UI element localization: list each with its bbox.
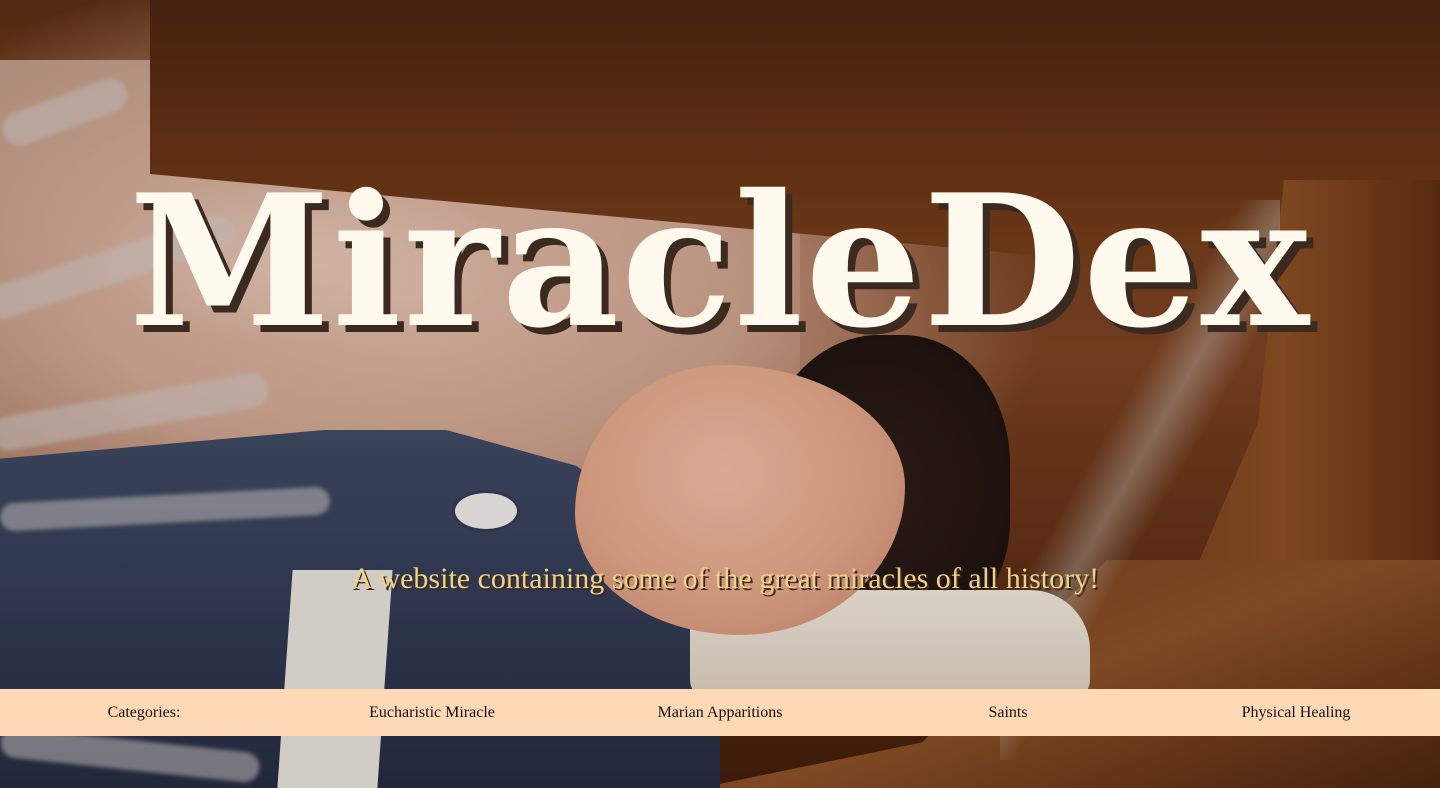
nav-item-eucharistic-miracle[interactable]: Eucharistic Miracle [369,689,495,736]
nav-item-marian-apparitions[interactable]: Marian Apparitions [658,689,783,736]
nav-item-saints[interactable]: Saints [988,689,1027,736]
nav-item-physical-healing[interactable]: Physical Healing [1242,689,1351,736]
category-nav-bar: Categories: Eucharistic Miracle Marian A… [0,689,1440,736]
site-tagline: A website containing some of the great m… [350,562,1100,595]
site-title: MiracleDex [128,154,1312,368]
categories-label: Categories: [107,704,181,721]
hero-section: MiracleDex A website containing some of … [0,0,1440,788]
